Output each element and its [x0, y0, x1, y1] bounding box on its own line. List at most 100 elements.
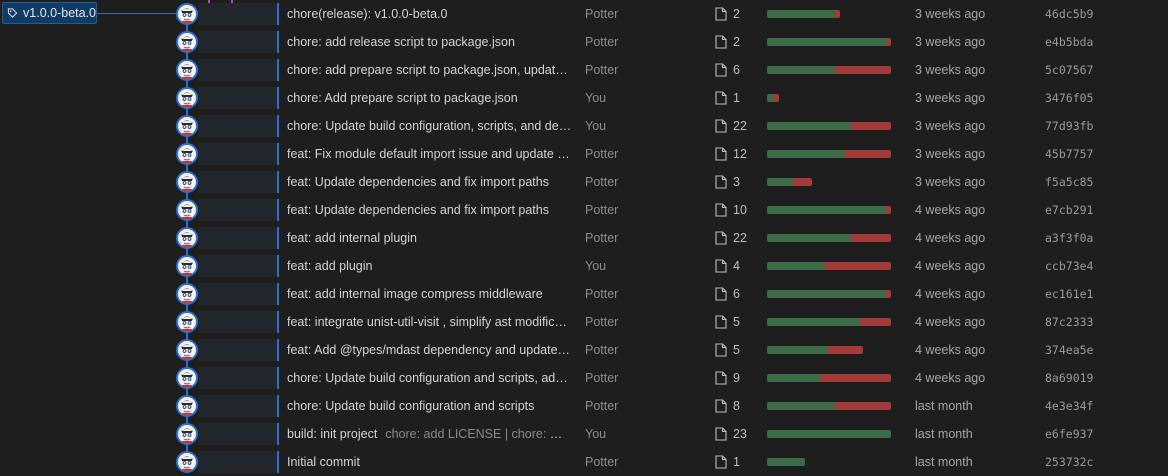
- commit-hash[interactable]: ec161e1: [1045, 280, 1093, 308]
- commit-hash[interactable]: 374ea5e: [1045, 336, 1093, 364]
- commit-row[interactable]: feat: Update dependencies and fix import…: [0, 196, 1168, 224]
- commit-hash[interactable]: e6fe937: [1045, 420, 1093, 448]
- commit-row[interactable]: feat: Add @types/mdast dependency and up…: [0, 336, 1168, 364]
- commit-row[interactable]: build: init project chore: add LICENSE | …: [0, 420, 1168, 448]
- commit-hash[interactable]: ccb73e4: [1045, 252, 1093, 280]
- author-avatar: [176, 3, 198, 25]
- diff-stat-bar: [767, 178, 812, 186]
- commit-date: 3 weeks ago: [915, 35, 986, 49]
- commit-message-text: feat: integrate unist-util-visit , simpl…: [287, 315, 572, 329]
- files-changed-count: 9: [733, 371, 740, 385]
- files-changed-count: 10: [733, 203, 747, 217]
- graph-lane-highlight: [198, 367, 279, 389]
- file-icon: [715, 231, 727, 245]
- commit-row[interactable]: chore: Update build configuration and sc…: [0, 364, 1168, 392]
- files-changed-count: 5: [733, 315, 740, 329]
- commit-message-text: feat: Update dependencies and fix import…: [287, 175, 549, 189]
- commit-hash[interactable]: 4e3e34f: [1045, 392, 1093, 420]
- commit-hash[interactable]: 3476f05: [1045, 84, 1093, 112]
- commit-hash[interactable]: e4b5bda: [1045, 28, 1093, 56]
- commit-message-text: feat: Add @types/mdast dependency and up…: [287, 343, 572, 357]
- files-changed: 22: [715, 112, 747, 140]
- files-changed-count: 12: [733, 147, 747, 161]
- author-avatar: [176, 31, 198, 53]
- graph-lane-highlight: [198, 87, 279, 109]
- commit-hash[interactable]: f5a5c85: [1045, 168, 1093, 196]
- commit-message: chore: add prepare script to package.jso…: [287, 56, 572, 84]
- deletions-bar: [835, 10, 840, 18]
- additions-bar: [767, 430, 891, 438]
- commit-author: Potter: [585, 63, 619, 77]
- commit-author: You: [585, 427, 607, 441]
- commit-hash[interactable]: 5c07567: [1045, 56, 1093, 84]
- graph-lane-highlight: [198, 199, 279, 221]
- author-avatar: [176, 423, 198, 445]
- commit-row[interactable]: chore: Update build configuration and sc…: [0, 392, 1168, 420]
- commit-date: 4 weeks ago: [915, 371, 986, 385]
- commit-message-text: feat: Update dependencies and fix import…: [287, 203, 549, 217]
- files-changed: 3: [715, 168, 740, 196]
- commit-row[interactable]: chore: Add prepare script to package.jso…: [0, 84, 1168, 112]
- commit-row[interactable]: chore(release): v1.0.0-beta.0 Potter 2 3…: [0, 0, 1168, 28]
- graph-lane-highlight: [198, 423, 279, 445]
- deletions-bar: [887, 38, 891, 46]
- commit-row[interactable]: chore: Update build configuration, scrip…: [0, 112, 1168, 140]
- additions-bar: [767, 234, 851, 242]
- commit-message-text: chore: add prepare script to package.jso…: [287, 63, 572, 77]
- commit-row[interactable]: feat: add internal image compress middle…: [0, 280, 1168, 308]
- commit-message-extra: chore: add LICENSE | chore: 改成...: [385, 427, 572, 441]
- commit-row[interactable]: feat: add plugin You 4 4 weeks ago ccb73…: [0, 252, 1168, 280]
- commit-row[interactable]: chore: add prepare script to package.jso…: [0, 56, 1168, 84]
- files-changed: 10: [715, 196, 747, 224]
- diff-stat-bar: [767, 234, 891, 242]
- graph-lane-highlight: [198, 171, 279, 193]
- commit-author: You: [585, 91, 607, 105]
- commit-row[interactable]: Initial commit Potter 1 last month 25373…: [0, 448, 1168, 476]
- file-icon: [715, 63, 727, 77]
- commit-date: 3 weeks ago: [915, 7, 986, 21]
- commit-hash[interactable]: 45b7757: [1045, 140, 1093, 168]
- commit-message: feat: add internal plugin: [287, 224, 572, 252]
- commit-hash[interactable]: 87c2333: [1045, 308, 1093, 336]
- commit-row[interactable]: feat: Fix module default import issue an…: [0, 140, 1168, 168]
- commit-row[interactable]: feat: add internal plugin Potter 22 4 we…: [0, 224, 1168, 252]
- commit-message-text: chore: Update build configuration and sc…: [287, 371, 572, 385]
- commit-author: Potter: [585, 35, 619, 49]
- commit-message: feat: integrate unist-util-visit , simpl…: [287, 308, 572, 336]
- git-graph-view: v1.0.0-beta.0 chore(release): v1.0.0-bet…: [0, 0, 1168, 476]
- graph-lane-highlight: [198, 395, 279, 417]
- diff-stat-bar: [767, 430, 891, 438]
- commit-hash[interactable]: a3f3f0a: [1045, 224, 1093, 252]
- deletions-bar: [793, 178, 812, 186]
- deletions-bar: [825, 262, 891, 270]
- commit-hash[interactable]: 8a69019: [1045, 364, 1093, 392]
- commit-hash[interactable]: 253732c: [1045, 448, 1093, 476]
- file-icon: [715, 315, 727, 329]
- files-changed-count: 22: [733, 231, 747, 245]
- deletions-bar: [886, 290, 891, 298]
- commit-author: You: [585, 119, 607, 133]
- deletions-bar: [860, 318, 891, 326]
- commit-row[interactable]: feat: Update dependencies and fix import…: [0, 168, 1168, 196]
- graph-lane-highlight: [198, 227, 279, 249]
- commit-row[interactable]: chore: add release script to package.jso…: [0, 28, 1168, 56]
- graph-lane-highlight: [198, 311, 279, 333]
- files-changed-count: 8: [733, 399, 740, 413]
- commit-message: Initial commit: [287, 448, 572, 476]
- files-changed: 8: [715, 392, 740, 420]
- commit-date: last month: [915, 427, 973, 441]
- file-icon: [715, 91, 727, 105]
- files-changed: 2: [715, 0, 740, 28]
- commit-hash[interactable]: 46dc5b9: [1045, 0, 1093, 28]
- commit-row[interactable]: feat: integrate unist-util-visit , simpl…: [0, 308, 1168, 336]
- commit-message: chore: Add prepare script to package.jso…: [287, 84, 572, 112]
- deletions-bar: [835, 66, 891, 74]
- file-icon: [715, 119, 727, 133]
- diff-stat-bar: [767, 94, 779, 102]
- commit-hash[interactable]: 77d93fb: [1045, 112, 1093, 140]
- commit-date: 3 weeks ago: [915, 91, 986, 105]
- commit-hash[interactable]: e7cb291: [1045, 196, 1093, 224]
- additions-bar: [767, 318, 860, 326]
- deletions-bar: [835, 402, 891, 410]
- author-avatar: [176, 283, 198, 305]
